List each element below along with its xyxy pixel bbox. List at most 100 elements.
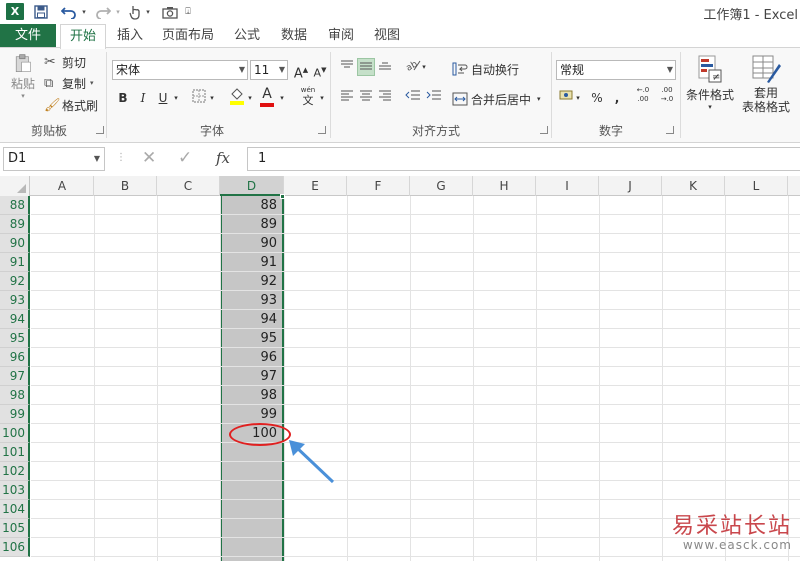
cell-d[interactable]: 94	[221, 310, 281, 329]
format-painter-button[interactable]: 🖌 格式刷	[44, 96, 98, 114]
column-header-g[interactable]: G	[410, 176, 473, 196]
cell-d[interactable]	[221, 538, 281, 557]
fill-handle[interactable]	[280, 194, 285, 199]
row-header[interactable]: 101	[0, 443, 30, 462]
cell-d[interactable]: 97	[221, 367, 281, 386]
font-color-dropdown-icon[interactable]: ▾	[278, 89, 286, 107]
align-left-icon[interactable]	[338, 88, 356, 106]
increase-decimal-icon[interactable]: ←.0.00	[632, 86, 654, 108]
number-format-select[interactable]: 常规 ▼	[556, 60, 676, 80]
tab-formulas[interactable]: 公式	[228, 24, 266, 48]
row-header[interactable]: 104	[0, 500, 30, 519]
decrease-font-icon[interactable]: A▼	[311, 61, 329, 80]
column-header-k[interactable]: K	[662, 176, 725, 196]
tab-data[interactable]: 数据	[275, 24, 313, 48]
tab-home[interactable]: 开始	[60, 24, 106, 49]
column-header-b[interactable]: B	[94, 176, 157, 196]
paste-button[interactable]: 粘贴 ▾	[6, 54, 40, 100]
column-header-h[interactable]: H	[473, 176, 536, 196]
wrap-text-button[interactable]: 自动换行	[452, 60, 519, 78]
align-bottom-icon[interactable]	[376, 58, 394, 76]
undo-dropdown-icon[interactable]: ▾	[80, 2, 88, 22]
font-name-select[interactable]: 宋体 ▼	[112, 60, 248, 80]
column-header-e[interactable]: E	[284, 176, 347, 196]
underline-button[interactable]: U	[154, 89, 172, 107]
font-size-select[interactable]: 11 ▼	[250, 60, 288, 80]
border-dropdown-icon[interactable]: ▾	[208, 89, 216, 107]
row-header[interactable]: 88	[0, 196, 30, 215]
cell-d[interactable]	[221, 462, 281, 481]
format-as-table-button[interactable]: 套用 表格格式	[738, 54, 794, 118]
touch-dropdown-icon[interactable]: ▾	[144, 2, 152, 22]
row-header[interactable]: 97	[0, 367, 30, 386]
conditional-formatting-button[interactable]: ≠ 条件格式 ▾	[684, 54, 736, 118]
row-header[interactable]: 96	[0, 348, 30, 367]
row-header[interactable]: 106	[0, 538, 30, 557]
number-launcher-icon[interactable]	[666, 126, 674, 134]
align-center-icon[interactable]	[357, 88, 375, 106]
row-header[interactable]: 92	[0, 272, 30, 291]
decrease-indent-icon[interactable]	[404, 88, 422, 106]
column-header-a[interactable]: A	[31, 176, 94, 196]
cell-d[interactable]: 98	[221, 386, 281, 405]
cut-button[interactable]: ✂ 剪切	[44, 53, 86, 71]
copy-button[interactable]: ⧉ 复制 ▾	[44, 74, 94, 92]
row-header[interactable]: 89	[0, 215, 30, 234]
row-header[interactable]: 91	[0, 253, 30, 272]
column-header-c[interactable]: C	[157, 176, 220, 196]
cell-d[interactable]: 91	[221, 253, 281, 272]
redo-icon[interactable]	[92, 2, 114, 22]
tab-review[interactable]: 审阅	[322, 24, 360, 48]
cell-d[interactable]: 88	[221, 196, 281, 215]
column-header-f[interactable]: F	[347, 176, 410, 196]
tab-page-layout[interactable]: 页面布局	[157, 24, 219, 48]
cell-d[interactable]: 93	[221, 291, 281, 310]
clipboard-launcher-icon[interactable]	[96, 126, 104, 134]
align-top-icon[interactable]	[338, 58, 356, 76]
touch-mode-icon[interactable]	[126, 2, 144, 22]
cell-d[interactable]: 92	[221, 272, 281, 291]
row-header[interactable]: 105	[0, 519, 30, 538]
tab-insert[interactable]: 插入	[112, 24, 148, 48]
column-header-d[interactable]: D	[220, 176, 284, 196]
redo-dropdown-icon[interactable]: ▾	[114, 2, 122, 22]
underline-dropdown-icon[interactable]: ▾	[172, 89, 180, 107]
cell-d[interactable]: 99	[221, 405, 281, 424]
name-box[interactable]: D1 ▼	[3, 147, 105, 171]
row-header[interactable]: 95	[0, 329, 30, 348]
enter-icon[interactable]: ✓	[178, 148, 192, 168]
cell-d[interactable]: 90	[221, 234, 281, 253]
comma-button[interactable]: ,	[608, 89, 626, 107]
save-icon[interactable]	[32, 2, 50, 22]
italic-button[interactable]: I	[134, 89, 152, 107]
currency-dropdown-icon[interactable]: ▾	[574, 89, 582, 107]
row-header[interactable]: 99	[0, 405, 30, 424]
cell-d[interactable]	[221, 500, 281, 519]
row-header[interactable]: 94	[0, 310, 30, 329]
cell-d[interactable]: 95	[221, 329, 281, 348]
tab-file[interactable]: 文件	[0, 24, 56, 48]
tab-view[interactable]: 视图	[368, 24, 406, 48]
border-icon[interactable]	[190, 89, 208, 107]
increase-font-icon[interactable]: A▲	[292, 61, 310, 81]
font-color-button[interactable]: A	[258, 86, 276, 108]
column-header-l[interactable]: L	[725, 176, 788, 196]
percent-button[interactable]: %	[588, 89, 606, 107]
align-right-icon[interactable]	[376, 88, 394, 106]
alignment-launcher-icon[interactable]	[540, 126, 548, 134]
worksheet-grid[interactable]: 88 88 89 89 90 90 91 91 92 92 93 93 94 94 95 95 96 96 97 97…	[0, 176, 800, 561]
decrease-decimal-icon[interactable]: .00 →.0	[656, 86, 678, 108]
align-middle-icon[interactable]	[357, 58, 375, 76]
row-header[interactable]: 102	[0, 462, 30, 481]
column-header-i[interactable]: I	[536, 176, 599, 196]
orientation-dropdown-icon[interactable]: ▾	[420, 58, 428, 76]
cell-d[interactable]	[221, 443, 281, 462]
font-launcher-icon[interactable]	[318, 126, 326, 134]
select-all-button[interactable]	[0, 176, 30, 196]
merge-center-button[interactable]: 合并后居中 ▾	[452, 90, 541, 108]
row-header[interactable]: 93	[0, 291, 30, 310]
undo-icon[interactable]	[58, 2, 80, 22]
phonetic-button[interactable]: wén 文	[298, 86, 318, 108]
phonetic-dropdown-icon[interactable]: ▾	[318, 89, 326, 107]
cell-d[interactable]: 89	[221, 215, 281, 234]
